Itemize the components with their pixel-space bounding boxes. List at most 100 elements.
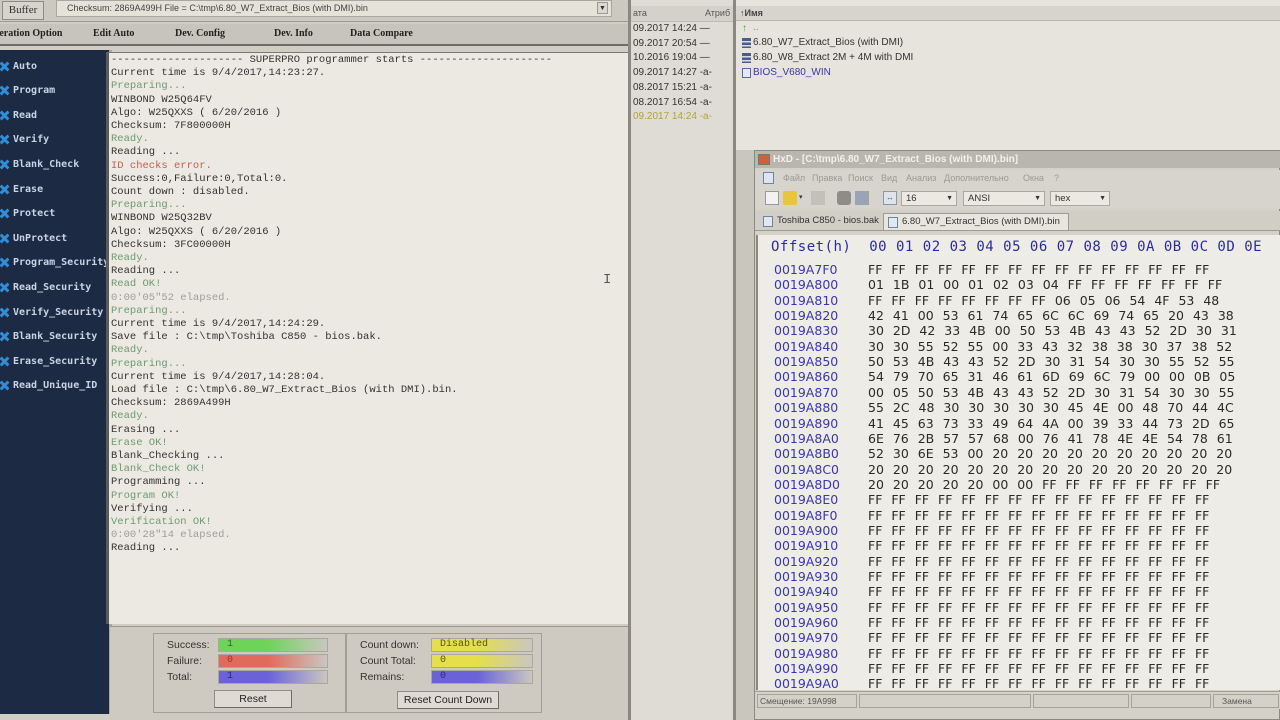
menu-analysis[interactable]: Анализ [906,173,936,183]
hex-bytes[interactable]: 52 30 6E 53 00 20 20 20 20 20 20 20 20 2… [868,446,1232,461]
column-attributes[interactable]: Атриб [705,8,730,18]
buffer-button[interactable]: Buffer [2,1,44,20]
hex-bytes[interactable]: FF FF FF FF FF FF FF FF FF FF FF FF FF F… [868,262,1209,277]
hex-bytes[interactable]: 41 45 63 73 33 49 64 4A 00 39 33 44 73 2… [868,416,1234,431]
hex-bytes[interactable]: 42 41 00 53 61 74 65 6C 6C 69 74 65 20 4… [868,308,1234,323]
hex-row[interactable]: 0019A8B0 52 30 6E 53 00 20 20 20 20 20 20… [774,445,1232,461]
hex-row[interactable]: 0019A900 FF FF FF FF FF FF FF FF FF FF FF… [774,522,1209,538]
hex-row[interactable]: 0019A8F0 FF FF FF FF FF FF FF FF FF FF FF… [774,507,1209,523]
file-date-row[interactable]: 09.2017 14:27 -a- [633,67,712,78]
menu-operation-option[interactable]: Operation Option [0,28,62,39]
hex-bytes[interactable]: 01 1B 01 00 01 02 03 04 FF FF FF FF FF F… [868,277,1222,292]
hex-bytes[interactable]: 20 20 20 20 20 20 20 20 20 20 20 20 20 2… [868,462,1232,477]
hex-row[interactable]: 0019A960 FF FF FF FF FF FF FF FF FF FF FF… [774,614,1209,630]
hex-bytes[interactable]: FF FF FF FF FF FF FF FF FF FF FF FF FF F… [868,538,1209,553]
hex-bytes[interactable]: FF FF FF FF FF FF FF FF FF FF FF FF FF F… [868,569,1209,584]
hex-row[interactable]: 0019A9A0 FF FF FF FF FF FF FF FF FF FF FF… [774,675,1209,690]
hex-bytes[interactable]: 6E 76 2B 57 57 68 00 76 41 78 4E 4E 54 7… [868,431,1233,446]
hex-row[interactable]: 0019A8D0 20 20 20 20 20 00 00 FF FF FF FF… [774,476,1220,492]
hex-row[interactable]: 0019A8C0 20 20 20 20 20 20 20 20 20 20 20… [774,461,1232,477]
operation-program-security[interactable]: Program_Security [0,255,109,271]
hex-bytes[interactable]: 20 20 20 20 20 00 00 FF FF FF FF FF FF F… [868,477,1220,492]
hex-bytes[interactable]: FF FF FF FF FF FF FF FF FF FF FF FF FF F… [868,676,1209,690]
operation-verify-security[interactable]: Verify_Security [0,304,103,320]
menu-dev-config[interactable]: Dev. Config [175,28,225,39]
hex-row[interactable]: 0019A990 FF FF FF FF FF FF FF FF FF FF FF… [774,660,1209,676]
file-date-row[interactable]: 09.2017 14:24 -a- [633,111,712,122]
hex-row[interactable]: 0019A850 50 53 4B 43 43 52 2D 30 31 54 30… [774,353,1235,369]
bytes-per-row-select[interactable]: 16 ▼ [901,191,957,206]
menu-help[interactable]: ? [1054,173,1059,183]
file-row[interactable]: 6.80_W8_Extract 2M + 4M with DMI [742,52,913,63]
operation-unprotect[interactable]: UnProtect [0,230,67,246]
hex-bytes[interactable]: FF FF FF FF FF FF FF FF FF FF FF FF FF F… [868,661,1209,676]
hex-row[interactable]: 0019A7F0 FF FF FF FF FF FF FF FF FF FF FF… [774,261,1209,277]
hex-bytes[interactable]: FF FF FF FF FF FF FF FF FF FF FF FF FF F… [868,600,1209,615]
hex-bytes[interactable]: FF FF FF FF FF FF FF FF FF FF FF FF FF F… [868,615,1209,630]
operation-erase[interactable]: Erase [0,181,43,197]
hex-bytes[interactable]: 50 53 4B 43 43 52 2D 30 31 54 30 30 55 5… [868,354,1235,369]
file-date-row[interactable]: 08.2017 16:54 -a- [633,97,712,108]
hex-row[interactable]: 0019A920 FF FF FF FF FF FF FF FF FF FF FF… [774,553,1209,569]
file-date-row[interactable]: 09.2017 14:24 — [633,23,710,34]
save-icon[interactable] [811,191,825,205]
operation-protect[interactable]: Protect [0,206,55,222]
operation-read-unique-id[interactable]: Read_Unique_ID [0,378,97,394]
file-date-row[interactable]: 08.2017 15:21 -a- [633,82,712,93]
file-date-row[interactable]: 09.2017 20:54 — [633,38,710,49]
tab-toshiba-bios[interactable]: Toshiba C850 - bios.bak [759,213,881,230]
hex-bytes[interactable]: FF FF FF FF FF FF FF FF FF FF FF FF FF F… [868,492,1209,507]
hex-bytes[interactable]: FF FF FF FF FF FF FF FF FF FF FF FF FF F… [868,584,1209,599]
menu-file[interactable]: Файл [783,173,805,183]
column-date[interactable]: ата [633,8,647,18]
hex-row[interactable]: 0019A830 30 2D 42 33 4B 00 50 53 4B 43 43… [774,322,1237,338]
menu-edit[interactable]: Правка [812,173,842,183]
menu-search[interactable]: Поиск [848,173,873,183]
hex-row[interactable]: 0019A820 42 41 00 53 61 74 65 6C 6C 69 74… [774,307,1234,323]
hex-bytes[interactable]: FF FF FF FF FF FF FF FF FF FF FF FF FF F… [868,554,1209,569]
hex-bytes[interactable]: FF FF FF FF FF FF FF FF FF FF FF FF FF F… [868,508,1209,523]
hex-bytes[interactable]: FF FF FF FF FF FF FF FF 06 05 06 54 4F 5… [868,293,1219,308]
chip-icon[interactable] [837,191,851,205]
operation-program[interactable]: Program [0,83,55,99]
dropdown-arrow-icon[interactable]: ▼ [597,2,608,14]
hex-row[interactable]: 0019A8E0 FF FF FF FF FF FF FF FF FF FF FF… [774,491,1209,507]
open-file-icon[interactable] [783,191,797,205]
file-date-row[interactable]: 10.2016 19:04 — [633,52,710,63]
hex-bytes[interactable]: 00 05 50 53 4B 43 43 52 2D 30 31 54 30 3… [868,385,1235,400]
file-row[interactable]: BIOS_V680_WIN [742,67,831,78]
menu-windows[interactable]: Окна [1023,173,1044,183]
operation-auto[interactable]: Auto [0,58,37,74]
hex-row[interactable]: 0019A950 FF FF FF FF FF FF FF FF FF FF FF… [774,599,1209,615]
hex-row[interactable]: 0019A870 00 05 50 53 4B 43 43 52 2D 30 31… [774,384,1235,400]
new-file-icon[interactable] [765,191,779,205]
checksum-file-info[interactable]: Checksum: 2869A499H File = C:\tmp\6.80_W… [56,0,612,17]
hex-bytes[interactable]: 30 2D 42 33 4B 00 50 53 4B 43 43 52 2D 3… [868,323,1237,338]
hex-bytes[interactable]: 55 2C 48 30 30 30 30 30 45 4E 00 48 70 4… [868,400,1234,415]
open-dropdown-icon[interactable]: ▾ [799,193,803,201]
reset-count-down-button[interactable]: Reset Count Down [397,691,499,709]
operation-verify[interactable]: Verify [0,132,49,148]
hxd-title-bar[interactable]: HxD - [C:\tmp\6.80_W7_Extract_Bios (with… [755,151,1280,168]
menu-dev-info[interactable]: Dev. Info [274,28,313,39]
file-row[interactable]: ↑.. [742,22,759,34]
reset-button[interactable]: Reset [214,690,292,708]
hex-bytes[interactable]: 30 30 55 52 55 00 33 43 32 38 38 30 37 3… [868,339,1232,354]
hex-bytes[interactable]: FF FF FF FF FF FF FF FF FF FF FF FF FF F… [868,523,1209,538]
operation-erase-security[interactable]: Erase_Security [0,353,97,369]
hex-row[interactable]: 0019A970 FF FF FF FF FF FF FF FF FF FF FF… [774,629,1209,645]
file-row[interactable]: 6.80_W7_Extract_Bios (with DMI) [742,37,903,48]
hex-row[interactable]: 0019A930 FF FF FF FF FF FF FF FF FF FF FF… [774,568,1209,584]
menu-data-compare[interactable]: Data Compare [350,28,413,39]
operation-blank-security[interactable]: Blank_Security [0,329,97,345]
operation-blank-check[interactable]: Blank_Check [0,156,79,172]
operation-read[interactable]: Read [0,107,37,123]
hex-row[interactable]: 0019A880 55 2C 48 30 30 30 30 30 45 4E 00… [774,399,1234,415]
column-name[interactable]: ↑Имя [740,8,763,18]
operation-read-security[interactable]: Read_Security [0,279,91,295]
hex-row[interactable]: 0019A940 FF FF FF FF FF FF FF FF FF FF FF… [774,583,1209,599]
hex-row[interactable]: 0019A800 01 1B 01 00 01 02 03 04 FF FF FF… [774,276,1222,292]
hex-bytes[interactable]: FF FF FF FF FF FF FF FF FF FF FF FF FF F… [868,630,1209,645]
menu-edit-auto[interactable]: Edit Auto [93,28,134,39]
disk-icon[interactable] [855,191,869,205]
